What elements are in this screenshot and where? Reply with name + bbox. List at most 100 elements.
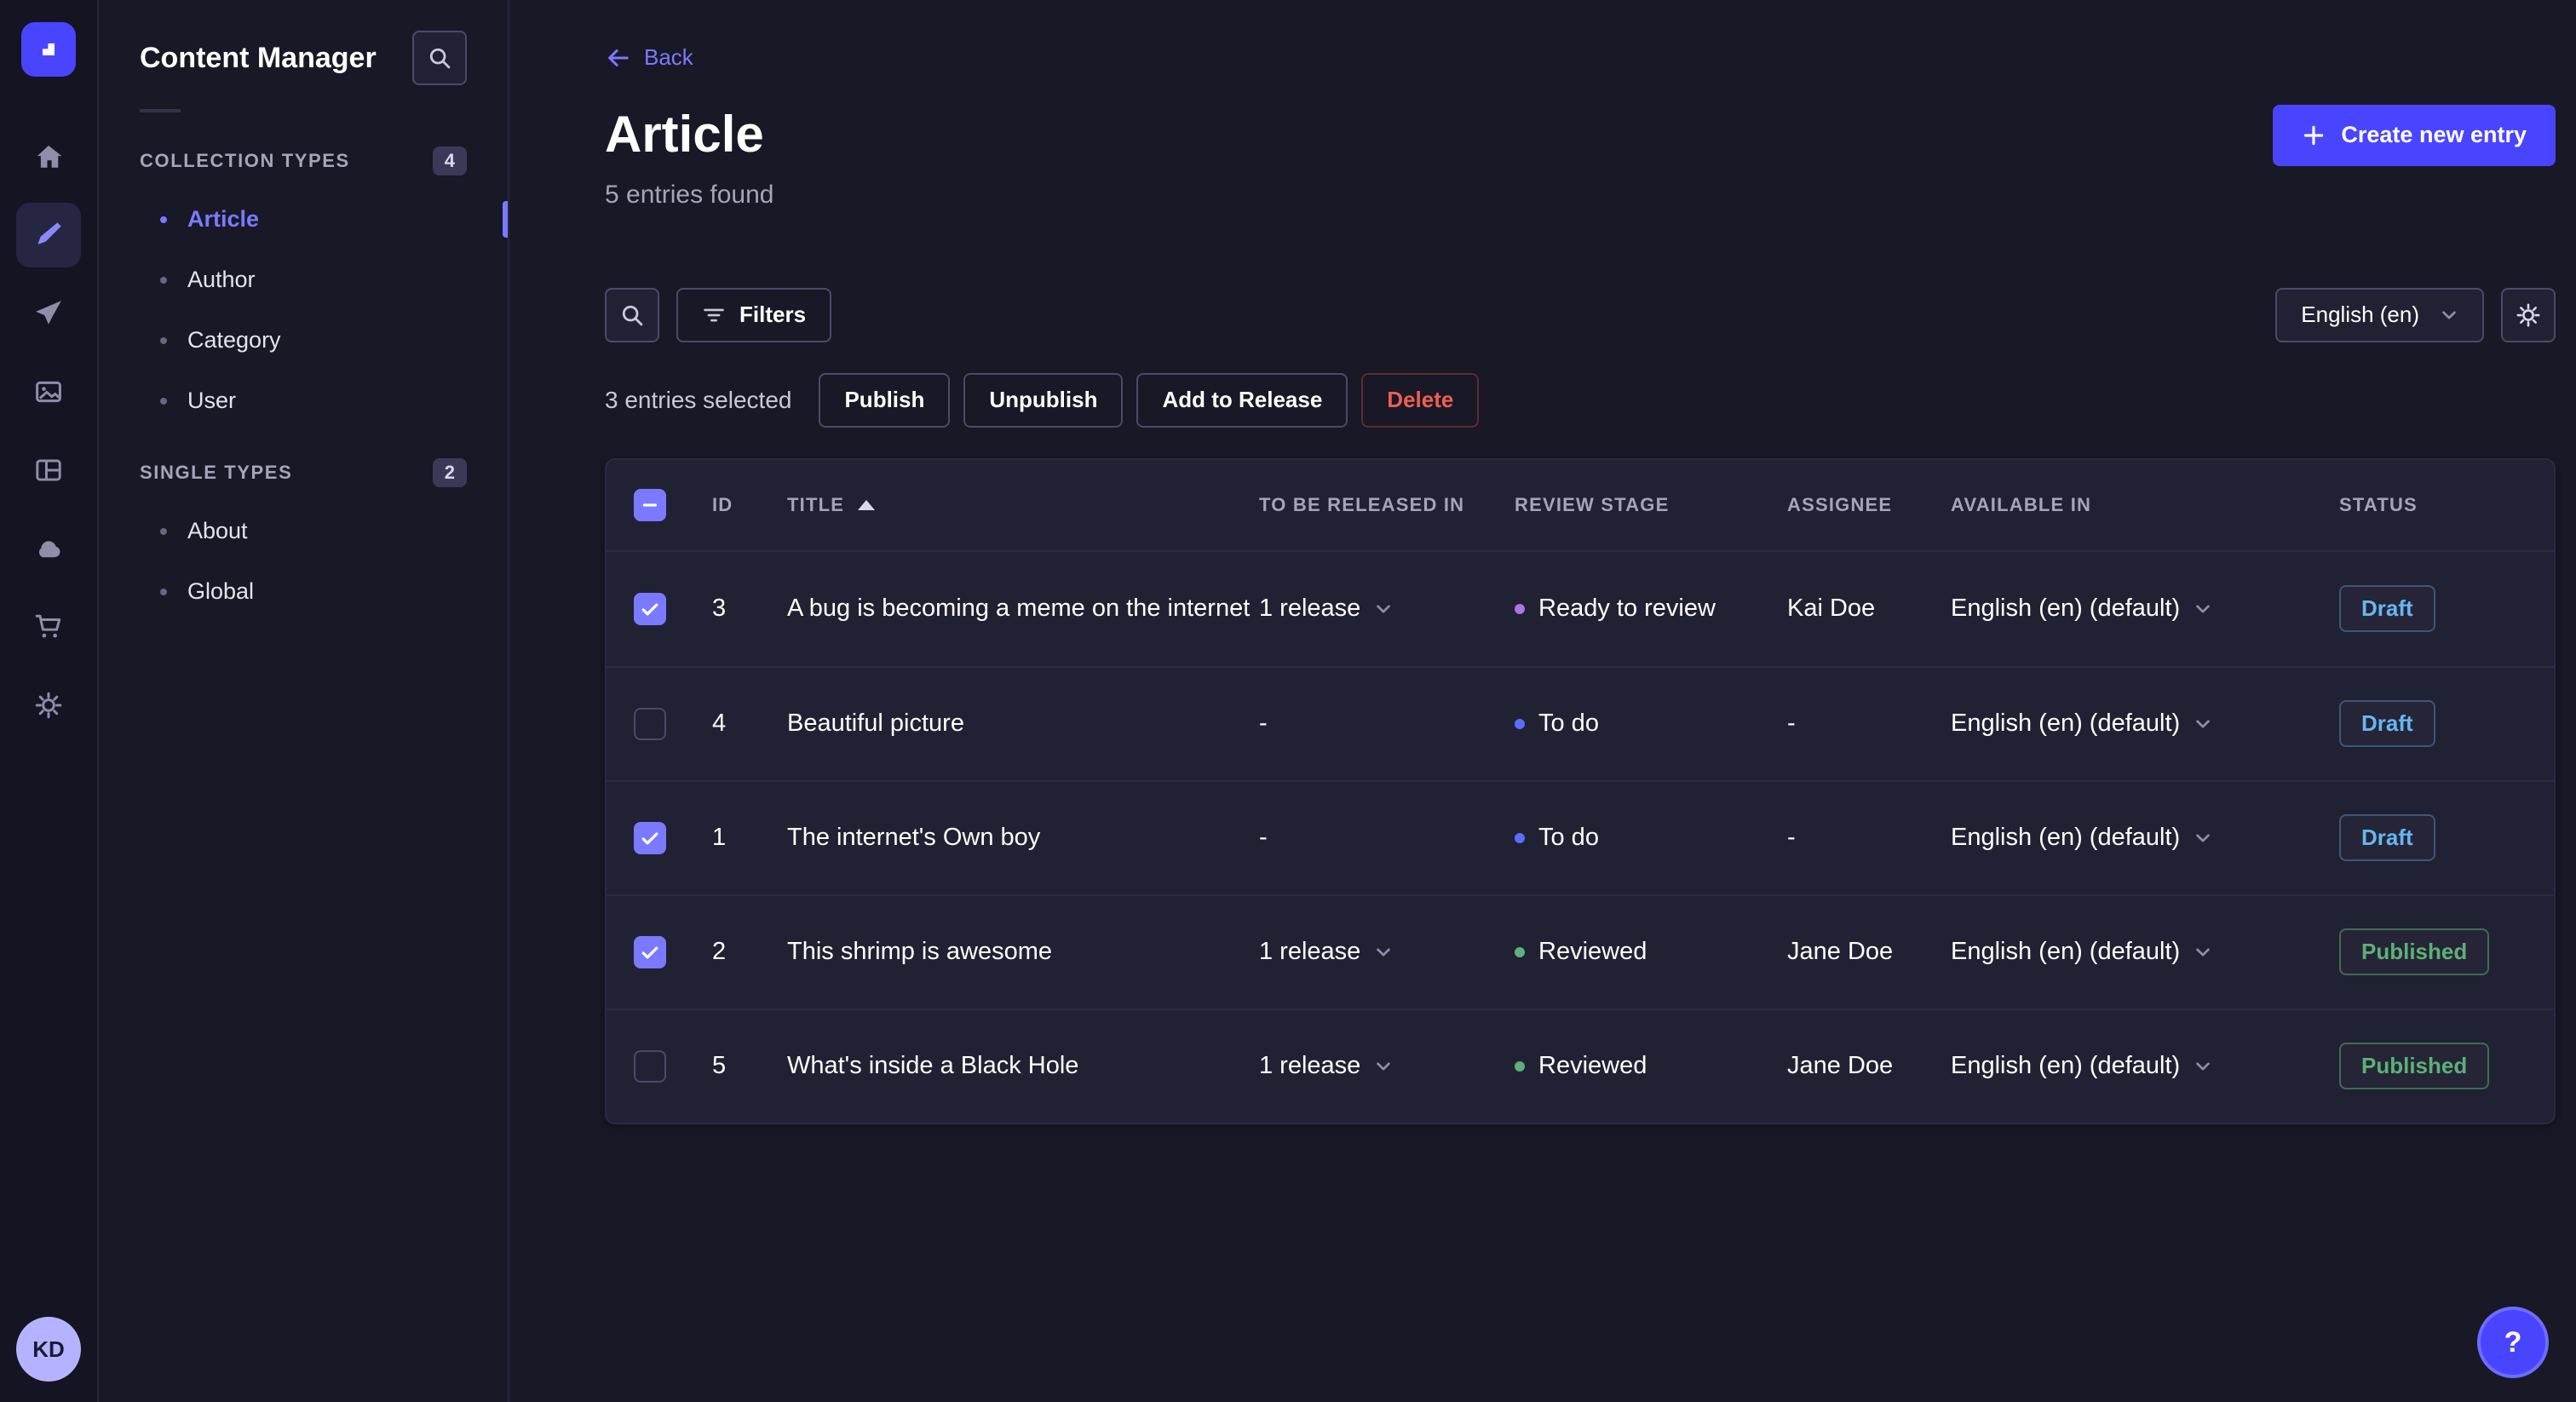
row-release[interactable]: 1 release — [1259, 595, 1515, 623]
marketplace-nav-button[interactable] — [16, 595, 81, 659]
list-search-button[interactable] — [605, 287, 659, 342]
row-title: What's inside a Black Hole — [787, 1052, 1079, 1079]
section-label: Collection Types — [140, 150, 350, 171]
chevron-down-icon — [1377, 604, 1391, 613]
subnav-item-label: Category — [187, 327, 281, 353]
check-icon — [641, 946, 658, 958]
bullet-icon — [160, 527, 167, 535]
row-checkbox[interactable] — [634, 1049, 666, 1083]
row-id: 3 — [712, 595, 727, 622]
locale-select[interactable]: English (en) — [2275, 287, 2484, 342]
row-release[interactable]: 1 release — [1259, 938, 1515, 966]
bullet-icon — [160, 397, 167, 405]
row-assignee: Jane Doe — [1787, 1052, 1894, 1079]
table-row[interactable]: 1 The internet's Own boy - To do - Engli… — [607, 779, 2554, 894]
row-assignee: Jane Doe — [1787, 938, 1894, 965]
media-library-nav-button[interactable] — [16, 359, 81, 424]
row-available-in[interactable]: English (en) (default) — [1951, 1052, 2339, 1080]
chevron-down-icon — [2196, 947, 2210, 957]
releases-icon — [36, 301, 61, 325]
row-assignee: Kai Doe — [1787, 595, 1876, 622]
strapi-logo[interactable] — [21, 22, 76, 77]
home-nav-button[interactable] — [16, 124, 81, 189]
row-title: This shrimp is awesome — [787, 938, 1053, 965]
unpublish-button[interactable]: Unpublish — [963, 372, 1124, 428]
subnav-item-label: User — [187, 388, 237, 413]
row-assignee: - — [1787, 824, 1796, 851]
media-library-icon — [36, 381, 61, 403]
subnav-sections: Collection Types 4 Article Author Catego… — [99, 133, 508, 622]
row-available-in[interactable]: English (en) (default) — [1951, 710, 2339, 738]
sidebar-item-about[interactable]: About — [99, 501, 508, 561]
releases-nav-button[interactable] — [16, 281, 81, 346]
status-badge: Draft — [2339, 700, 2435, 747]
user-avatar[interactable]: KD — [16, 1317, 81, 1382]
status-badge: Published — [2339, 1043, 2490, 1089]
table-row[interactable]: 3 A bug is becoming a meme on the intern… — [607, 552, 2554, 666]
sidebar-item-user[interactable]: User — [99, 371, 508, 431]
row-checkbox[interactable] — [634, 821, 666, 854]
row-title: Beautiful picture — [787, 710, 964, 737]
section-label: Single Types — [140, 462, 293, 483]
row-review-stage: Reviewed — [1515, 938, 1787, 966]
filters-button[interactable]: Filters — [676, 287, 832, 342]
row-release[interactable]: - — [1259, 710, 1515, 738]
table-row[interactable]: 5 What's inside a Black Hole 1 release R… — [607, 1008, 2554, 1123]
home-icon — [37, 145, 62, 168]
header-review-stage: Review stage — [1515, 493, 1670, 515]
subnav-search-button[interactable] — [412, 31, 467, 85]
row-checkbox[interactable] — [634, 935, 666, 968]
row-id: 2 — [712, 938, 727, 965]
table-row[interactable]: 2 This shrimp is awesome 1 release Revie… — [607, 893, 2554, 1008]
chevron-down-icon — [2196, 719, 2210, 728]
row-available-in[interactable]: English (en) (default) — [1951, 595, 2339, 623]
rail-icon-list — [16, 124, 81, 738]
row-checkbox[interactable] — [634, 707, 666, 740]
row-available-in[interactable]: English (en) (default) — [1951, 824, 2339, 852]
row-available-in[interactable]: English (en) (default) — [1951, 938, 2339, 966]
content-type-builder-nav-button[interactable] — [16, 438, 81, 503]
row-id: 1 — [712, 824, 727, 851]
view-settings-button[interactable] — [2501, 287, 2556, 342]
deploy-nav-button[interactable] — [16, 516, 81, 581]
stage-dot-icon — [1515, 832, 1525, 843]
sidebar-item-category[interactable]: Category — [99, 310, 508, 371]
back-arrow-icon — [608, 49, 629, 66]
selection-actions: Publish Unpublish Add to Release Delete — [819, 372, 1480, 428]
table-row[interactable]: 4 Beautiful picture - To do - English (e… — [607, 665, 2554, 780]
delete-button[interactable]: Delete — [1361, 372, 1480, 428]
row-checkbox[interactable] — [634, 592, 666, 625]
chevron-down-icon — [1377, 947, 1391, 957]
content-manager-nav-button[interactable] — [16, 203, 81, 267]
subnav-section: Single Types 2 About Global — [99, 445, 508, 622]
row-id: 4 — [712, 710, 727, 737]
subnav-item-label: Author — [187, 267, 256, 292]
stage-dot-icon — [1515, 603, 1525, 614]
gear-icon — [2516, 303, 2540, 326]
section-count-badge: 4 — [432, 147, 467, 175]
create-entry-button[interactable]: Create new entry — [2273, 104, 2556, 166]
sidebar-item-author[interactable]: Author — [99, 250, 508, 310]
select-all-checkbox[interactable] — [634, 488, 666, 521]
header-title[interactable]: Title — [787, 494, 1259, 516]
row-release[interactable]: - — [1259, 824, 1515, 852]
help-button[interactable]: ? — [2477, 1307, 2549, 1378]
content-manager-icon — [37, 222, 61, 244]
header-to-be-released-in: To be released in — [1259, 493, 1465, 515]
subnav-title: Content Manager — [140, 41, 377, 74]
row-release[interactable]: 1 release — [1259, 1052, 1515, 1080]
bullet-icon — [160, 336, 167, 344]
settings-nav-button[interactable] — [16, 673, 81, 738]
publish-button[interactable]: Publish — [819, 372, 951, 428]
sidebar-item-article[interactable]: Article — [99, 189, 508, 250]
stage-dot-icon — [1515, 946, 1525, 957]
sidebar-item-global[interactable]: Global — [99, 561, 508, 622]
content-manager-subnav: Content Manager Collection Types 4 Artic… — [99, 0, 509, 1402]
row-review-stage: To do — [1515, 824, 1787, 852]
bullet-icon — [160, 215, 167, 223]
check-icon — [641, 832, 658, 844]
back-link[interactable]: Back — [605, 44, 693, 71]
add-to-release-button[interactable]: Add to Release — [1136, 372, 1348, 428]
back-label: Back — [644, 44, 693, 70]
status-badge: Published — [2339, 928, 2490, 975]
